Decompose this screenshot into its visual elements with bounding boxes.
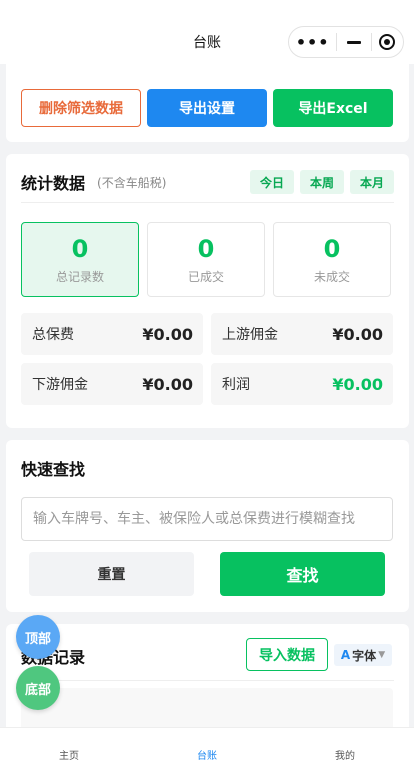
action-row: 删除筛选数据 导出设置 导出Excel	[21, 89, 393, 127]
stat-closed[interactable]: 0 已成交	[147, 222, 265, 297]
search-input[interactable]	[21, 497, 393, 541]
stat-value: 0	[71, 235, 89, 263]
chevron-down-icon: ▼	[378, 650, 386, 660]
font-size-selector[interactable]: A 字体 ▼	[334, 644, 392, 666]
tab-bar: 主页 台账 我的	[0, 727, 414, 780]
money-value: ¥0.00	[332, 374, 383, 394]
stats-title: 统计数据	[21, 174, 86, 193]
quick-search-header: 快速查找	[21, 456, 394, 480]
money-label: 上游佣金	[222, 327, 278, 343]
divider	[21, 680, 394, 681]
minimize-button[interactable]	[337, 26, 371, 58]
close-button[interactable]	[372, 26, 403, 58]
money-grid: 总保费 ¥0.00 上游佣金 ¥0.00 下游佣金 ¥0.00 利润 ¥0.00	[21, 313, 393, 405]
money-value: ¥0.00	[142, 374, 193, 394]
target-icon	[379, 34, 396, 50]
stat-total-records[interactable]: 0 总记录数	[21, 222, 139, 297]
nav-bar: 台账 •••	[0, 0, 414, 64]
period-week[interactable]: 本周	[299, 170, 344, 194]
money-value: ¥0.00	[142, 324, 193, 344]
records-card: 数据记录 导入数据 A 字体 ▼	[6, 624, 409, 734]
search-button[interactable]: 查找	[220, 552, 385, 596]
mini-program-capsule: •••	[288, 26, 404, 58]
stat-boxes: 0 总记录数 0 已成交 0 未成交	[21, 222, 391, 297]
money-label: 总保费	[32, 327, 74, 343]
money-label: 下游佣金	[32, 377, 88, 393]
tab-mine[interactable]: 我的	[276, 728, 414, 780]
tab-ledger[interactable]: 台账	[138, 728, 276, 780]
money-profit: 利润 ¥0.00	[211, 363, 393, 405]
stat-label: 总记录数	[55, 270, 104, 284]
stat-value: 0	[323, 235, 341, 263]
font-a-icon: A	[340, 648, 351, 662]
money-upstream-commission: 上游佣金 ¥0.00	[211, 313, 393, 355]
import-data-button[interactable]: 导入数据	[246, 638, 328, 671]
stat-label: 未成交	[313, 270, 350, 284]
quick-search-card: 快速查找 重置 查找	[6, 440, 409, 612]
reset-button[interactable]: 重置	[29, 552, 194, 596]
quick-search-title: 快速查找	[21, 460, 86, 479]
period-today[interactable]: 今日	[249, 170, 294, 194]
more-button[interactable]: •••	[289, 26, 336, 58]
stats-card: 统计数据 (不含车船税) 今日 本周 本月 0 总记录数 0 已成交 0 未成交…	[6, 154, 409, 428]
stat-value: 0	[197, 235, 215, 263]
stats-header: 统计数据 (不含车船税) 今日 本周 本月	[21, 170, 394, 194]
scroll-top-button[interactable]: 顶部	[16, 615, 60, 659]
money-downstream-commission: 下游佣金 ¥0.00	[21, 363, 203, 405]
stat-label: 已成交	[187, 270, 224, 284]
font-label: 字体	[352, 648, 377, 663]
tab-home[interactable]: 主页	[0, 728, 138, 780]
period-month[interactable]: 本月	[349, 170, 394, 194]
period-filter: 今日 本周 本月	[249, 170, 394, 194]
stats-note: (不含车船税)	[97, 175, 167, 190]
stat-not-closed[interactable]: 0 未成交	[273, 222, 391, 297]
delete-filtered-button[interactable]: 删除筛选数据	[21, 89, 141, 127]
minus-icon	[347, 40, 362, 44]
export-excel-button[interactable]: 导出Excel	[273, 89, 393, 127]
money-total-premium: 总保费 ¥0.00	[21, 313, 203, 355]
divider	[21, 202, 394, 203]
more-dots-icon: •••	[295, 32, 330, 52]
money-value: ¥0.00	[332, 324, 383, 344]
scroll-bottom-button[interactable]: 底部	[16, 666, 60, 710]
money-label: 利润	[222, 377, 250, 393]
export-settings-button[interactable]: 导出设置	[147, 89, 267, 127]
